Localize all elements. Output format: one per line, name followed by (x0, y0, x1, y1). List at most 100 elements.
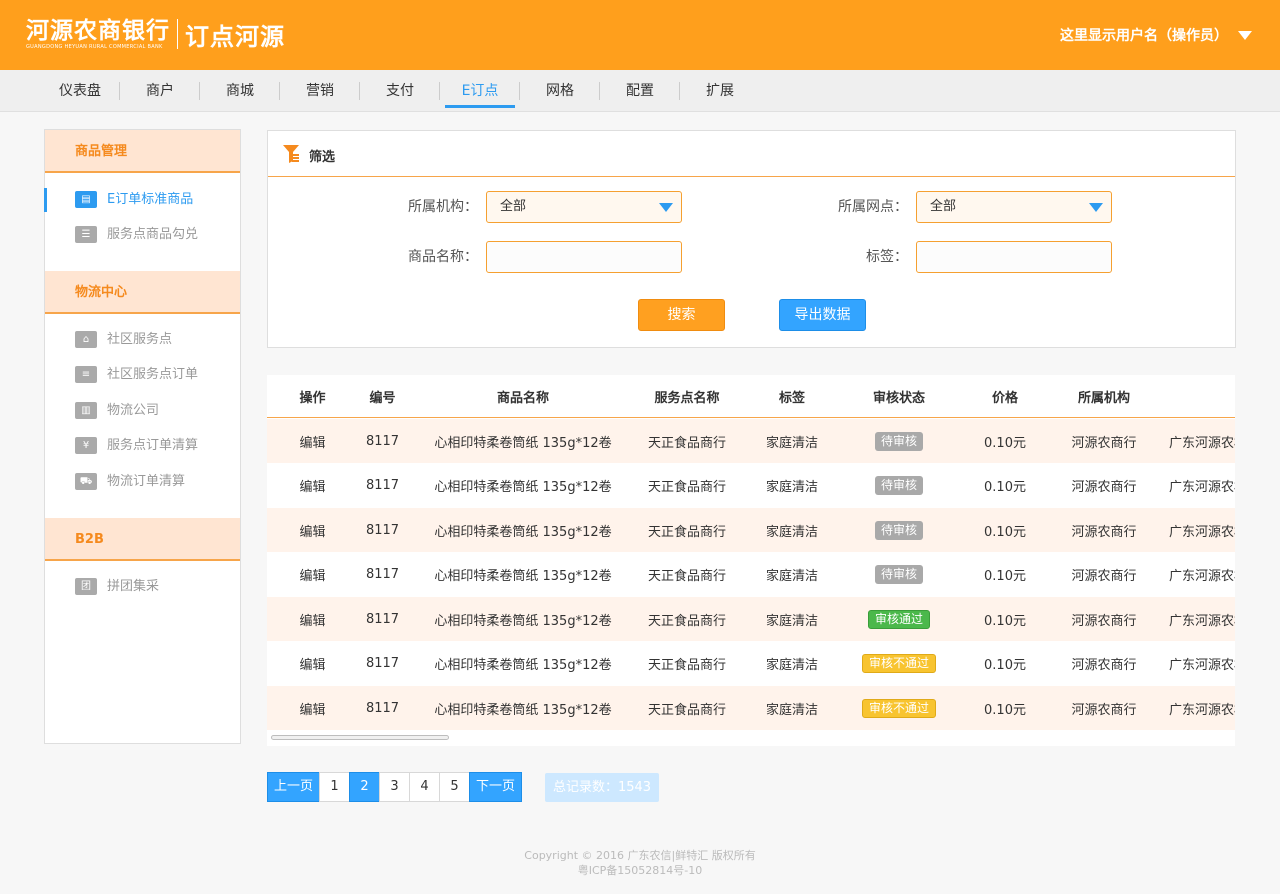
product-icon: ▤ (75, 191, 97, 208)
org-select[interactable]: 全部 (486, 191, 682, 223)
cell-outlet-name: 天正食品商行 (647, 569, 726, 584)
cell-id: 8117 (365, 611, 400, 627)
cell-tag: 家庭清洁 (765, 613, 818, 629)
nav-active-indicator (445, 105, 515, 108)
col-tag: 标签 (778, 390, 805, 406)
outlet-select[interactable]: 全部 (916, 191, 1112, 223)
cell-org: 河源农商行 (1071, 480, 1137, 495)
product-name-input[interactable] (486, 241, 682, 273)
cell-action[interactable]: 编辑 (285, 508, 340, 552)
building-icon: ▥ (75, 402, 97, 419)
nav-item-mall[interactable]: 商城 (200, 70, 280, 112)
col-price: 价格 (991, 390, 1018, 406)
list-icon: ☰ (75, 226, 97, 243)
cell-product-name: 心相印特柔卷筒纸 135g*12卷 (434, 702, 612, 718)
sidebar-item-standard-product[interactable]: ▤ E订单标准商品 (44, 185, 240, 215)
sidebar-item-logistics-settlement[interactable]: ⛟ 物流订单清算 (45, 467, 240, 497)
cell-action[interactable]: 编辑 (285, 597, 340, 641)
sidebar-section-logistics: 物流中心 (45, 271, 240, 314)
cell-action[interactable]: 编辑 (285, 642, 340, 686)
sidebar-item-outlet-settlement[interactable]: ¥ 服务点订单清算 (45, 431, 240, 461)
cell-action[interactable]: 编辑 (285, 553, 340, 597)
icp-text: 粤ICP备15052814号-10 (577, 864, 703, 877)
horizontal-scrollbar[interactable] (271, 735, 449, 740)
filter-panel: 筛选 所属机构： 全部 所属网点： 全部 商品名称： 标签： 搜索 导出数据 (267, 130, 1236, 348)
cell-review-status: 审核通过 (849, 597, 949, 641)
cell-price: 0.10元 (984, 658, 1026, 673)
product-name-label: 商品名称： (408, 249, 478, 265)
cell-org-full: 广东河源农村 (1169, 569, 1235, 584)
sidebar-item-group-buy[interactable]: 团 拼团集采 (45, 572, 240, 602)
cell-price: 0.10元 (984, 524, 1026, 540)
status-badge: 待审核 (874, 565, 923, 584)
sidebar-item-community-outlet[interactable]: ⌂ 社区服务点 (45, 325, 240, 355)
cell-price: 0.10元 (984, 613, 1026, 629)
org-label: 所属机构： (408, 199, 478, 215)
chevron-down-icon (1238, 30, 1252, 40)
cell-tag: 家庭清洁 (765, 569, 818, 584)
brand-logo[interactable]: 河源农商银行 GUANGDONG HEYUAN RURAL COMMERCIAL… (26, 17, 285, 51)
table-row: 编辑 8117 心相印特柔卷筒纸 135g*12卷 天正食品商行 家庭清洁 审核不通过 0.… (267, 686, 1235, 730)
nav-item-config[interactable]: 配置 (600, 70, 680, 112)
cell-id: 8117 (365, 656, 400, 671)
nav-item-dashboard[interactable]: 仪表盘 (40, 70, 120, 112)
cell-org: 河源农商行 (1071, 613, 1137, 629)
sidebar-item-outlet-orders[interactable]: ≡ 社区服务点订单 (45, 360, 240, 390)
page-5-button[interactable]: 5 (439, 772, 470, 802)
settle-icon: ¥ (75, 437, 97, 454)
page-1-button[interactable]: 1 (319, 772, 350, 802)
search-button[interactable]: 搜索 (638, 299, 725, 331)
sidebar-section-b2b: B2B (45, 518, 240, 561)
col-org: 所属机构 (1077, 390, 1130, 406)
cell-action[interactable]: 编辑 (285, 419, 340, 463)
cell-tag: 家庭清洁 (765, 480, 818, 495)
cell-outlet-name: 天正食品商行 (647, 658, 726, 673)
cell-product-name: 心相印特柔卷筒纸 135g*12卷 (434, 658, 612, 673)
nav-item-extend[interactable]: 扩展 (680, 70, 760, 112)
outlet-label: 所属网点： (838, 199, 908, 215)
copyright-text: Copyright © 2016 广东农信|鲜特汇 版权所有 (524, 849, 756, 862)
nav-item-merchant[interactable]: 商户 (120, 70, 200, 112)
tag-label: 标签： (866, 249, 908, 265)
cell-org-full: 广东河源农村 (1169, 524, 1235, 540)
cell-tag: 家庭清洁 (765, 658, 818, 673)
sidebar-item-logistics-company[interactable]: ▥ 物流公司 (45, 396, 240, 426)
total-records: 总记录数：1543 (545, 773, 659, 802)
cell-org-full: 广东河源农村 (1169, 613, 1235, 629)
footer: Copyright © 2016 广东农信|鲜特汇 版权所有 粤ICP备1505… (0, 848, 1280, 878)
page-3-button[interactable]: 3 (379, 772, 410, 802)
sidebar-item-outlet-product[interactable]: ☰ 服务点商品勾兑 (45, 220, 240, 250)
cell-org-full: 广东河源农村 (1169, 480, 1235, 495)
cell-action[interactable]: 编辑 (285, 464, 340, 508)
cell-action[interactable]: 编辑 (285, 686, 340, 730)
table-row: 编辑 8117 心相印特柔卷筒纸 135g*12卷 天正食品商行 家庭清洁 审核通过 0.1… (267, 597, 1235, 641)
nav-item-grid[interactable]: 网格 (520, 70, 600, 112)
cell-review-status: 审核不通过 (849, 642, 949, 686)
prev-page-button[interactable]: 上一页 (267, 772, 320, 802)
page-4-button[interactable]: 4 (409, 772, 440, 802)
cell-price: 0.10元 (984, 569, 1026, 584)
col-outlet-name: 服务点名称 (654, 390, 720, 406)
bank-name-en: GUANGDONG HEYUAN RURAL COMMERCIAL BANK (26, 43, 163, 50)
cell-review-status: 审核不通过 (849, 686, 949, 730)
next-page-button[interactable]: 下一页 (469, 772, 522, 802)
cell-org-full: 广东河源农村 (1169, 702, 1235, 718)
tag-input[interactable] (916, 241, 1112, 273)
nav-item-e-order[interactable]: E订点 (440, 70, 520, 112)
sidebar-active-indicator (44, 188, 47, 212)
user-menu[interactable]: 这里显示用户名（操作员） (1060, 25, 1252, 45)
nav-item-marketing[interactable]: 营销 (280, 70, 360, 112)
filter-icon (283, 145, 299, 163)
export-button[interactable]: 导出数据 (779, 299, 866, 331)
cell-product-name: 心相印特柔卷筒纸 135g*12卷 (434, 480, 612, 495)
cell-review-status: 待审核 (849, 464, 949, 508)
store-icon: ⌂ (75, 331, 97, 348)
cell-tag: 家庭清洁 (765, 702, 818, 718)
cell-org-full: 广东河源农村 (1169, 658, 1235, 673)
nav-item-payment[interactable]: 支付 (360, 70, 440, 112)
page-2-button[interactable]: 2 (349, 772, 380, 802)
col-id: 编号 (369, 390, 396, 406)
main-nav: 仪表盘 商户 商城 营销 支付 E订点 网格 配置 扩展 (0, 70, 1280, 112)
cell-org: 河源农商行 (1071, 569, 1137, 584)
app-name: 订点河源 (185, 22, 285, 51)
